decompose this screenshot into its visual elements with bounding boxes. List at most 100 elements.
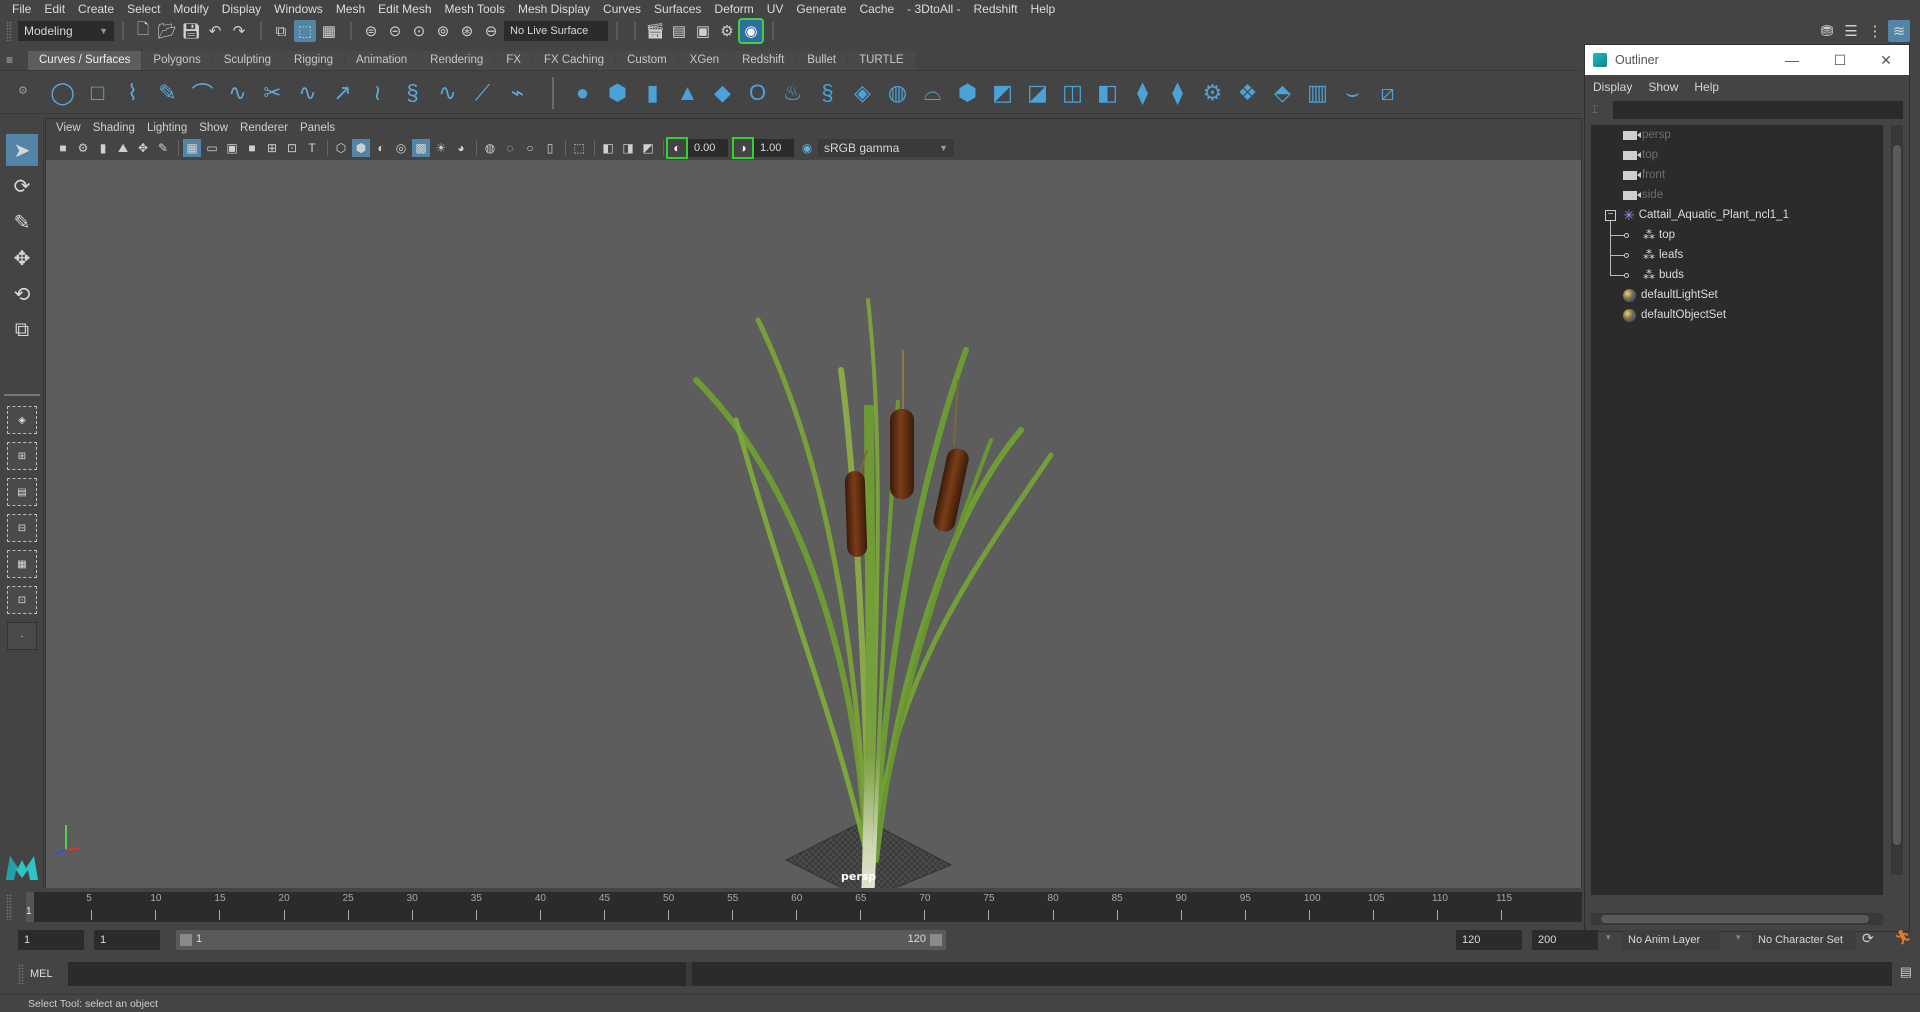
untrim-icon[interactable]: ◧	[1093, 76, 1122, 110]
outliner-item[interactable]: ⁂ buds	[1643, 265, 1684, 285]
menu-help[interactable]: Help	[1025, 2, 1063, 16]
menu-mesh-display[interactable]: Mesh Display	[512, 2, 597, 16]
extend-surface-icon[interactable]: ⬘	[1268, 76, 1297, 110]
xray-icon[interactable]: ◧	[599, 139, 617, 157]
snap-curve-icon[interactable]: ⊝	[384, 20, 406, 42]
2d-pan-zoom-icon[interactable]: ✥	[134, 139, 152, 157]
shelf-tab-fx-caching[interactable]: FX Caching	[532, 51, 616, 70]
nurbs-sphere-icon[interactable]: ●	[568, 76, 597, 110]
3d-viewport[interactable]: persp	[46, 160, 1581, 888]
modeling-toolkit-icon[interactable]: ⛃	[1816, 20, 1838, 42]
menu-file[interactable]: File	[6, 2, 38, 16]
redo-icon[interactable]: ↷	[228, 20, 250, 42]
exposure-icon[interactable]: ◐	[666, 137, 688, 159]
new-scene-icon[interactable]: 🗋	[132, 20, 154, 42]
isolate-select-icon[interactable]: ⬚	[570, 139, 588, 157]
current-frame-marker[interactable]: 1	[26, 892, 34, 922]
add-points-tool-icon[interactable]: ∿	[433, 76, 462, 110]
playback-start-field[interactable]: 1	[94, 930, 160, 950]
tool-settings-icon[interactable]: ⋮	[1864, 20, 1886, 42]
panel-menu-show[interactable]: Show	[197, 122, 238, 134]
panel-menu-panels[interactable]: Panels	[298, 122, 345, 134]
menu-generate[interactable]: Generate	[790, 2, 853, 16]
render-settings-icon[interactable]: ⚙	[716, 20, 738, 42]
panel-menu-renderer[interactable]: Renderer	[238, 122, 298, 134]
lasso-tool-icon[interactable]: ⟳	[6, 170, 38, 202]
snap-point-icon[interactable]: ⊙	[408, 20, 430, 42]
select-object-icon[interactable]: ⬚	[294, 20, 316, 42]
gate-mask-icon[interactable]: ■	[243, 139, 261, 157]
menu-set-dropdown[interactable]: Modeling ▼	[18, 21, 114, 41]
anim-layer-dropdown[interactable]: No Anim Layer	[1622, 930, 1720, 950]
playback-end-field[interactable]: 120	[1456, 930, 1522, 950]
paint-select-tool-icon[interactable]: ✎	[6, 206, 38, 238]
use-default-material-icon[interactable]: ◐	[372, 139, 390, 157]
shelf-tab-sculpting[interactable]: Sculpting	[212, 51, 283, 70]
range-end-handle[interactable]	[930, 934, 942, 946]
scrollbar-thumb[interactable]	[1601, 915, 1869, 923]
move-tool-icon[interactable]: ✥	[6, 242, 38, 274]
render-current-frame-icon[interactable]: 🎬︎	[644, 20, 666, 42]
auto-key-icon[interactable]: ⟳	[1862, 930, 1874, 947]
menu-edit[interactable]: Edit	[38, 2, 72, 16]
close-icon[interactable]: ✕	[1875, 49, 1897, 71]
planar-icon[interactable]: ◈	[848, 76, 877, 110]
panel-menu-shading[interactable]: Shading	[91, 122, 145, 134]
outliner-item[interactable]: defaultObjectSet	[1623, 305, 1726, 325]
image-plane-icon[interactable]: ⛰	[114, 139, 132, 157]
hypershade-persp-layout-icon[interactable]: ▦	[7, 550, 37, 578]
shelf-tab-turtle[interactable]: TURTLE	[848, 51, 915, 70]
wireframe-icon[interactable]: ⬡	[332, 139, 350, 157]
attribute-editor-icon[interactable]: ☰	[1840, 20, 1862, 42]
pencil-curve-tool-icon[interactable]: ✎	[153, 76, 182, 110]
menu-surfaces[interactable]: Surfaces	[648, 2, 708, 16]
persp-graph-hypergraph-layout-icon[interactable]: ⊡	[7, 586, 37, 614]
undo-icon[interactable]: ↶	[204, 20, 226, 42]
panel-menu-lighting[interactable]: Lighting	[145, 122, 197, 134]
menu-select[interactable]: Select	[121, 2, 167, 16]
anim-layer-dropdown-icon[interactable]: ▾	[1606, 932, 1611, 943]
grease-pencil-icon[interactable]: ✎	[154, 139, 172, 157]
outliner-item[interactable]: defaultLightSet	[1623, 285, 1718, 305]
screen-space-ao-icon[interactable]: ◍	[481, 139, 499, 157]
intersect-surfaces-icon[interactable]: ◪	[1023, 76, 1052, 110]
select-tool-icon[interactable]: ➤	[6, 134, 38, 166]
cut-curve-icon[interactable]: ✂	[258, 76, 287, 110]
offset-curve-icon[interactable]: ≀	[363, 76, 392, 110]
nurbs-plane-icon[interactable]: ◆	[708, 76, 737, 110]
range-start-handle[interactable]	[180, 934, 192, 946]
detach-surfaces-icon[interactable]: ⧫	[1163, 76, 1192, 110]
ep-curve-tool-icon[interactable]: ⌇	[118, 76, 147, 110]
nurbs-torus-icon[interactable]: O	[743, 76, 772, 110]
select-hierarchy-icon[interactable]: ⧉	[270, 20, 292, 42]
color-management-icon[interactable]: ◉	[798, 139, 816, 157]
rebuild-curve-icon[interactable]: §	[398, 76, 427, 110]
outliner-item[interactable]: side	[1623, 185, 1663, 205]
safe-action-icon[interactable]: ⊡	[283, 139, 301, 157]
time-slider[interactable]: 1 5 10 15 20 25 30 35 40 45 50 55 60 65 70 75 80 85 90 95 1…	[26, 892, 1582, 922]
camera-attributes-icon[interactable]: ⚙	[74, 139, 92, 157]
persp-outliner-layout-icon[interactable]: ▤	[7, 478, 37, 506]
snap-grid-icon[interactable]: ⊜	[360, 20, 382, 42]
select-camera-icon[interactable]: ■	[54, 139, 72, 157]
outliner-menu-show[interactable]: Show	[1648, 80, 1678, 94]
xray-active-components-icon[interactable]: ◨	[619, 139, 637, 157]
shelf-settings-icon[interactable]: ⚙	[18, 84, 28, 97]
shelf-tab-animation[interactable]: Animation	[345, 51, 419, 70]
live-surface-field[interactable]: No Live Surface	[504, 21, 608, 41]
filter-icon[interactable]: ⌶	[1591, 102, 1598, 117]
round-tool-icon[interactable]: ⚙	[1198, 76, 1227, 110]
animation-start-field[interactable]: 1	[18, 930, 84, 950]
animation-end-field[interactable]: 200	[1532, 930, 1598, 950]
field-chart-icon[interactable]: ⊞	[263, 139, 281, 157]
custom-layout-icon[interactable]: ·	[7, 622, 37, 650]
surface-editing-tool-icon[interactable]: ⧄	[1373, 76, 1402, 110]
smooth-shade-icon[interactable]: ⬢	[352, 139, 370, 157]
outliner-item[interactable]: top	[1623, 145, 1658, 165]
extrude-icon[interactable]: ◍	[883, 76, 912, 110]
menu-redshift[interactable]: Redshift	[968, 2, 1025, 16]
hypershade-icon[interactable]: ◉	[738, 18, 764, 44]
character-set-dropdown[interactable]: No Character Set	[1752, 930, 1856, 950]
outliner-menu-display[interactable]: Display	[1593, 80, 1632, 94]
menu-deform[interactable]: Deform	[708, 2, 760, 16]
